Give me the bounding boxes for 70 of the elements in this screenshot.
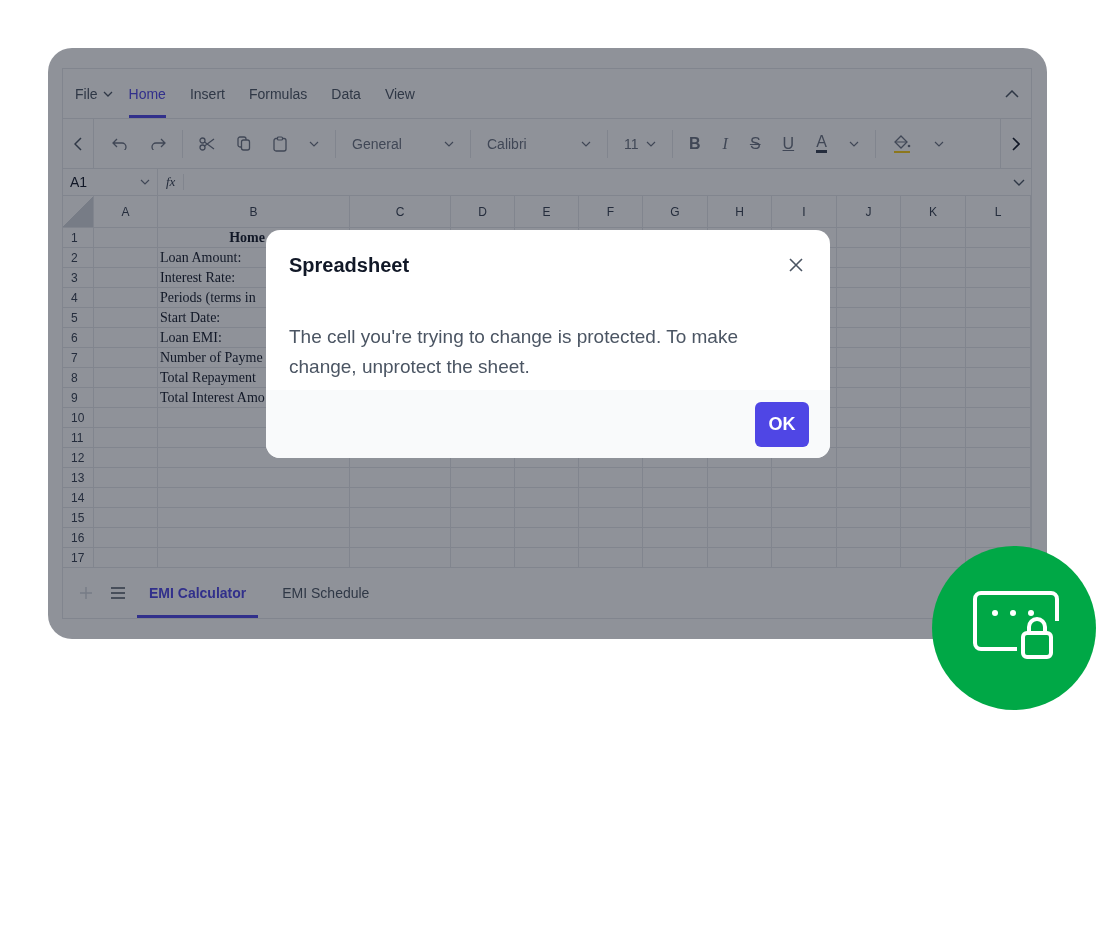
- row-header[interactable]: 9: [63, 388, 94, 408]
- row-header[interactable]: 1: [63, 228, 94, 248]
- caret-icon: [581, 140, 591, 147]
- fill-color-icon[interactable]: [891, 133, 912, 154]
- clipboard-icon[interactable]: [273, 135, 287, 152]
- column-header[interactable]: F: [579, 196, 643, 228]
- format-button[interactable]: B: [689, 134, 701, 153]
- column-header[interactable]: H: [708, 196, 772, 228]
- font-size-dropdown[interactable]: 11: [624, 135, 656, 152]
- collapse-icon[interactable]: [1005, 89, 1019, 98]
- column-header[interactable]: B: [158, 196, 350, 228]
- sheet-tab[interactable]: EMI Calculator: [137, 568, 259, 618]
- ribbon-tab[interactable]: Data: [331, 69, 361, 118]
- column-header[interactable]: L: [966, 196, 1031, 228]
- ribbon-tab[interactable]: Insert: [189, 69, 225, 118]
- row-header[interactable]: 3: [63, 268, 94, 288]
- ribbon-tab[interactable]: Formulas: [248, 69, 308, 118]
- column-header[interactable]: I: [772, 196, 837, 228]
- redo-icon[interactable]: [150, 137, 166, 150]
- row-header[interactable]: 6: [63, 328, 94, 348]
- caret-icon: [102, 90, 113, 97]
- chevron-left-icon[interactable]: [74, 136, 82, 151]
- format-button[interactable]: U: [782, 134, 795, 153]
- column-header[interactable]: C: [350, 196, 451, 228]
- column-header[interactable]: G: [643, 196, 708, 228]
- caret-icon: [646, 140, 656, 147]
- format-button[interactable]: I: [722, 134, 728, 153]
- row-header[interactable]: 5: [63, 308, 94, 328]
- name-box[interactable]: A1: [63, 169, 158, 195]
- column-header[interactable]: K: [901, 196, 966, 228]
- undo-icon[interactable]: [112, 137, 128, 150]
- scissors-icon[interactable]: [199, 136, 215, 151]
- font-color-button[interactable]: A: [816, 134, 827, 153]
- caret-icon: [140, 179, 150, 185]
- table-cell: [94, 228, 158, 248]
- ok-button[interactable]: OK: [755, 401, 809, 447]
- row-header[interactable]: 17: [63, 548, 94, 568]
- expand-icon[interactable]: [1013, 178, 1025, 186]
- column-header[interactable]: E: [515, 196, 579, 228]
- caret-icon[interactable]: [933, 140, 944, 147]
- number-format-dropdown[interactable]: General: [352, 135, 454, 152]
- row-header[interactable]: 7: [63, 348, 94, 368]
- menu-icon[interactable]: [111, 587, 125, 599]
- row-header[interactable]: 4: [63, 288, 94, 308]
- function-label: fx: [158, 174, 185, 190]
- row-header[interactable]: 10: [63, 408, 94, 428]
- row-header[interactable]: 2: [63, 248, 94, 268]
- chevron-right-icon[interactable]: [1012, 136, 1020, 151]
- row-header[interactable]: 13: [63, 468, 94, 488]
- close-icon[interactable]: [789, 258, 803, 272]
- sheet-tab[interactable]: EMI Schedule: [270, 568, 382, 618]
- row-header[interactable]: 15: [63, 508, 94, 528]
- locked-field-icon: [973, 591, 1059, 661]
- caret-icon: [444, 140, 454, 147]
- row-header[interactable]: 8: [63, 368, 94, 388]
- row-header[interactable]: 16: [63, 528, 94, 548]
- column-header[interactable]: A: [94, 196, 158, 228]
- caret-icon[interactable]: [309, 140, 319, 147]
- row-header[interactable]: 14: [63, 488, 94, 508]
- column-header[interactable]: J: [837, 196, 901, 228]
- ribbon-tab[interactable]: Home: [128, 69, 166, 118]
- column-header[interactable]: D: [451, 196, 515, 228]
- row-header[interactable]: 12: [63, 448, 94, 468]
- font-dropdown[interactable]: Calibri: [487, 135, 591, 152]
- ribbon-tab[interactable]: View: [384, 69, 415, 118]
- format-button[interactable]: S: [749, 134, 761, 153]
- caret-icon[interactable]: [848, 140, 859, 147]
- copy-icon[interactable]: [237, 136, 251, 151]
- row-header[interactable]: 11: [63, 428, 94, 448]
- file-menu[interactable]: File: [75, 85, 113, 102]
